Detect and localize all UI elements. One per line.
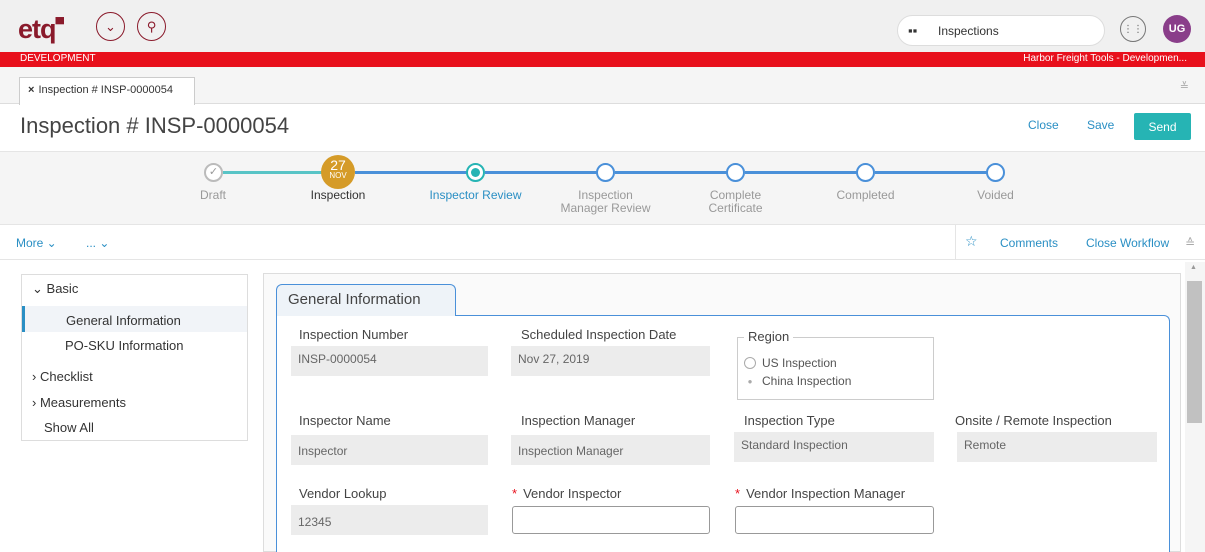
scheduled-date-label: Scheduled Inspection Date [521, 327, 677, 342]
vendor-lookup-label: Vendor Lookup [299, 486, 387, 501]
nav-show-all[interactable]: Show All [44, 420, 94, 435]
region-option-us[interactable]: US Inspection [744, 356, 837, 370]
onsite-remote-field: Remote [957, 432, 1157, 462]
send-button[interactable]: Send [1134, 113, 1191, 140]
vendor-inspector-input[interactable] [512, 506, 710, 534]
region-option-china[interactable]: ● China Inspection [744, 374, 852, 388]
user-avatar[interactable]: UG [1163, 15, 1191, 43]
onsite-remote-label: Onsite / Remote Inspection [955, 413, 1112, 428]
vendor-lookup-field[interactable]: 12345 [291, 505, 488, 535]
more-menu[interactable]: More ⌄ [16, 236, 57, 250]
workflow-stepper: ✓ 27 NOV Draft Inspection Inspector Revi… [0, 151, 1205, 225]
vendor-inspection-manager-input[interactable] [735, 506, 934, 534]
radio-circle [744, 357, 756, 369]
scheduled-date-field: Nov 27, 2019 [511, 346, 710, 376]
chevron-down-icon: ⌄ [32, 281, 43, 296]
workflow-connector [355, 171, 467, 174]
workflow-connector [485, 171, 597, 174]
step-label: Inspector Review [429, 188, 522, 202]
chevron-right-icon: › [32, 369, 37, 384]
search-value: Inspections [938, 24, 999, 38]
apps-grid-icon[interactable]: ⋮⋮ [1120, 16, 1146, 42]
tab-label: Inspection # INSP-0000054 [38, 84, 173, 96]
nav-label: Checklist [39, 369, 93, 384]
tab-inspection[interactable]: × Inspection # INSP-0000054 [19, 77, 195, 105]
divider [955, 225, 956, 260]
step-label: Completed [836, 188, 895, 202]
nav-measurements[interactable]: › Measurements [32, 395, 126, 410]
collapse-icon[interactable]: ≚ [1180, 80, 1189, 93]
close-workflow-button[interactable]: Close Workflow [1086, 236, 1169, 250]
vendor-inspection-manager-label: * Vendor Inspection Manager [735, 486, 905, 501]
save-button[interactable]: Save [1087, 118, 1114, 132]
scroll-up-icon[interactable]: ▲ [1190, 264, 1197, 271]
search-icon[interactable]: ⚲ [137, 12, 166, 41]
nav-checklist[interactable]: › Checklist [32, 369, 93, 384]
environment-bar: DEVELOPMENT Harbor Freight Tools - Devel… [0, 52, 1205, 67]
region-fieldset: Region US Inspection ● China Inspection [737, 329, 934, 400]
radio-selected-dot: ● [747, 377, 753, 386]
region-label: Region [744, 329, 794, 344]
date-month: NOV [329, 171, 347, 180]
close-button[interactable]: Close [1028, 118, 1059, 132]
star-icon[interactable]: ☆ [965, 233, 978, 250]
radio-label: China Inspection [762, 374, 852, 388]
field-label-text: Vendor Inspection Manager [746, 486, 906, 501]
scrollbar-thumb[interactable] [1187, 281, 1202, 423]
date-day: 27 [330, 157, 346, 173]
inspection-type-field: Standard Inspection [734, 432, 934, 462]
close-tab-icon[interactable]: × [28, 84, 34, 96]
inspector-name-field: Inspector [291, 435, 488, 465]
etq-logo[interactable]: etq▀ [18, 14, 64, 45]
document-tabs: × Inspection # INSP-0000054 ≚ [0, 67, 1205, 105]
chevron-down-icon[interactable]: ⌄ [96, 12, 125, 41]
chevron-right-icon: › [32, 395, 37, 410]
inspection-manager-field: Inspection Manager [511, 435, 710, 465]
step-label: Inspection [310, 188, 366, 202]
step-inspection-date-badge[interactable]: 27 NOV [321, 155, 355, 189]
step-label: Complete Certificate [708, 188, 763, 215]
page-title: Inspection # INSP-0000054 [20, 113, 290, 138]
workflow-connector [223, 171, 323, 174]
inspection-number-label: Inspection Number [299, 327, 409, 342]
inspection-manager-label: Inspection Manager [521, 413, 636, 428]
step-voided-node[interactable] [986, 163, 1005, 182]
nav-basic[interactable]: ⌄ Basic [32, 281, 78, 297]
inspection-type-label: Inspection Type [744, 413, 835, 428]
nav-label: Basic [46, 281, 79, 296]
step-label: Inspection Manager Review [560, 188, 651, 215]
vendor-inspector-label: * Vendor Inspector [512, 486, 621, 501]
workflow-connector [745, 171, 857, 174]
module-icon: ▪▪ [908, 23, 918, 38]
global-search-field[interactable]: ▪▪ Inspections [897, 15, 1105, 46]
action-bar: More ⌄ ... ⌄ ☆ Comments Close Workflow ≙ [0, 225, 1205, 260]
top-bar: etq▀ ⌄ ⚲ ▪▪ Inspections ⋮⋮ UG [0, 0, 1205, 52]
collapse-icon[interactable]: ≙ [1185, 236, 1195, 250]
comments-button[interactable]: Comments [1000, 236, 1058, 250]
required-asterisk: * [512, 486, 518, 501]
step-label: Draft [199, 188, 226, 202]
inspector-name-label: Inspector Name [299, 413, 391, 428]
tenant-label: Harbor Freight Tools - Developmen... [1023, 53, 1187, 64]
section-nav: ⌄ Basic General Information PO-SKU Infor… [21, 274, 248, 441]
overflow-menu[interactable]: ... ⌄ [86, 236, 109, 250]
step-manager-review-node[interactable] [596, 163, 615, 182]
required-asterisk: * [735, 486, 741, 501]
step-inspector-review-node[interactable] [466, 163, 485, 182]
radio-label: US Inspection [762, 356, 837, 370]
nav-label: Measurements [39, 395, 126, 410]
step-label: Voided [977, 188, 1014, 202]
workflow-connector [875, 171, 987, 174]
step-draft-check-icon[interactable]: ✓ [204, 163, 223, 182]
nav-po-sku-information[interactable]: PO-SKU Information [65, 338, 184, 353]
environment-label: DEVELOPMENT [20, 53, 96, 64]
workflow-connector [615, 171, 727, 174]
step-completed-node[interactable] [856, 163, 875, 182]
step-complete-certificate-node[interactable] [726, 163, 745, 182]
inspection-number-field: INSP-0000054 [291, 346, 488, 376]
section-tab-general-information[interactable]: General Information [276, 284, 456, 316]
field-label-text: Vendor Inspector [523, 486, 622, 501]
nav-general-information[interactable]: General Information [66, 313, 181, 328]
